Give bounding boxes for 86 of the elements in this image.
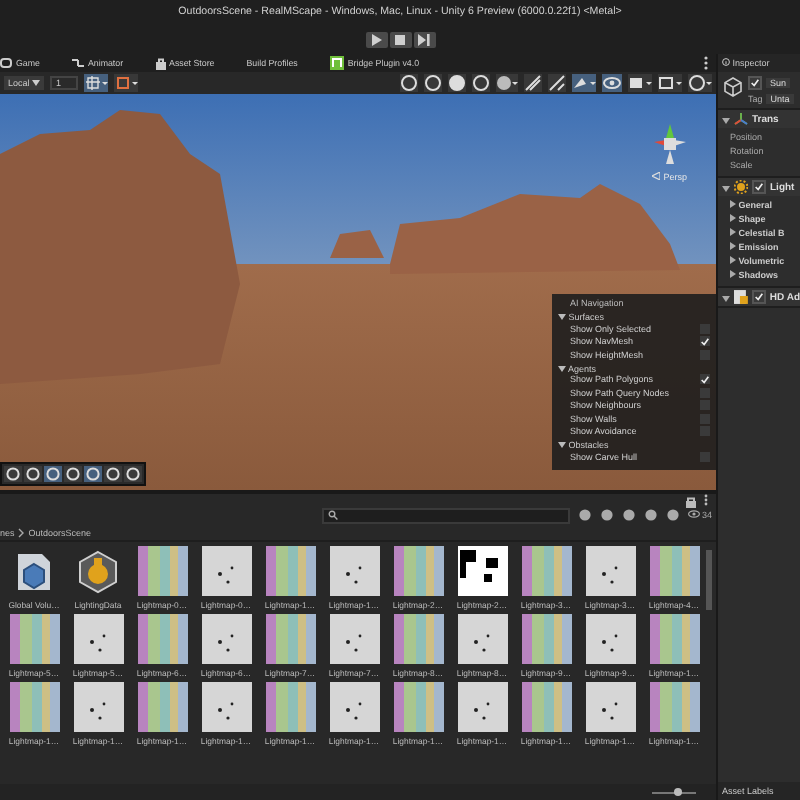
scene-tool-icon[interactable]	[24, 466, 42, 482]
caret-icon	[32, 80, 41, 86]
lightmap-thumbnail[interactable]	[137, 546, 187, 596]
lightmap-thumbnail[interactable]	[265, 546, 315, 596]
foldout-icon[interactable]	[722, 293, 730, 301]
gamepad-icon	[0, 58, 12, 68]
lighting-data-icon[interactable]	[73, 546, 123, 596]
lightmap-thumbnail[interactable]	[329, 614, 379, 664]
lightmap-thumbnail[interactable]	[585, 546, 635, 596]
foldout-icon[interactable]	[722, 115, 730, 123]
eye-icon	[687, 510, 700, 518]
gizmos-icon[interactable]	[658, 74, 682, 92]
info-icon	[722, 58, 730, 66]
scene-tool-icon[interactable]	[44, 466, 62, 482]
lightmap-thumbnail[interactable]	[457, 546, 507, 596]
scene-tool-icon[interactable]	[84, 466, 102, 482]
lightmap-thumbnail[interactable]	[585, 614, 635, 664]
checkbox[interactable]	[700, 374, 710, 385]
checkbox[interactable]	[700, 413, 710, 424]
lightmap-thumbnail[interactable]	[521, 546, 571, 596]
step-button[interactable]	[413, 31, 435, 47]
checkbox[interactable]	[700, 336, 710, 347]
foldout-icon	[558, 440, 566, 448]
scene-tool-icon[interactable]	[124, 466, 142, 482]
enabled-checkbox[interactable]	[752, 180, 766, 194]
foldout-icon	[558, 312, 566, 320]
checkbox[interactable]	[700, 400, 710, 411]
script-icon	[733, 290, 748, 304]
lightmap-thumbnail[interactable]	[201, 682, 251, 732]
shading-mode-icon[interactable]	[448, 74, 466, 92]
checkbox[interactable]	[700, 387, 710, 398]
lightmap-thumbnail[interactable]	[393, 614, 443, 664]
orientation-gizmo-icon[interactable]	[650, 122, 690, 166]
lightmap-thumbnail[interactable]	[393, 682, 443, 732]
lightmap-thumbnail[interactable]	[9, 682, 59, 732]
shading-mode-icon[interactable]	[472, 74, 490, 92]
lightmap-thumbnail[interactable]	[457, 614, 507, 664]
plugin-logo-icon	[329, 56, 344, 70]
checkbox[interactable]	[700, 349, 710, 360]
play-button[interactable]	[365, 31, 387, 47]
lightmap-thumbnail[interactable]	[457, 682, 507, 732]
lightmap-thumbnail[interactable]	[393, 546, 443, 596]
search-field[interactable]	[321, 507, 570, 523]
lightmap-thumbnail[interactable]	[521, 682, 571, 732]
lightmap-thumbnail[interactable]	[137, 682, 187, 732]
grid-snap-icon[interactable]	[84, 74, 109, 92]
lightmap-thumbnail[interactable]	[265, 682, 315, 732]
lightmap-thumbnail[interactable]	[329, 546, 379, 596]
scene-tool-icon[interactable]	[64, 466, 82, 482]
render-mode-icon[interactable]	[496, 74, 518, 92]
checkbox[interactable]	[700, 323, 710, 334]
triangle-arrow-icon	[652, 172, 661, 180]
game-object-icon	[722, 76, 744, 98]
camera-icon[interactable]	[628, 74, 652, 92]
lightmap-thumbnail[interactable]	[137, 614, 187, 664]
visibility-icon[interactable]	[602, 74, 622, 92]
chevron-icon	[18, 527, 25, 537]
scene-tool-icon[interactable]	[4, 466, 22, 482]
active-checkbox[interactable]	[748, 76, 762, 90]
shading-mode-icon[interactable]	[400, 74, 418, 92]
light-icon	[734, 180, 748, 194]
enabled-checkbox[interactable]	[751, 290, 766, 304]
checkbox[interactable]	[700, 451, 710, 462]
transform-icon	[734, 112, 748, 126]
lightmap-thumbnail[interactable]	[585, 682, 635, 732]
lightmap-thumbnail[interactable]	[649, 546, 699, 596]
lightmap-thumbnail[interactable]	[201, 546, 251, 596]
search-icon	[327, 510, 338, 520]
checkbox[interactable]	[700, 426, 710, 437]
foldout-icon[interactable]	[722, 183, 730, 191]
scene-tool-icon[interactable]	[104, 466, 122, 482]
lightmap-thumbnail[interactable]	[649, 614, 699, 664]
animator-icon	[71, 58, 84, 68]
lightmap-thumbnail[interactable]	[73, 682, 123, 732]
lightmap-thumbnail[interactable]	[9, 614, 59, 664]
globe-icon[interactable]	[688, 74, 712, 92]
foldout-icon	[558, 363, 566, 371]
lightmap-thumbnail[interactable]	[201, 614, 251, 664]
lightmap-thumbnail[interactable]	[329, 682, 379, 732]
lightmap-thumbnail[interactable]	[521, 614, 571, 664]
lightmap-thumbnail[interactable]	[649, 682, 699, 732]
shading-mode-icon[interactable]	[424, 74, 442, 92]
snap-increment-icon[interactable]	[114, 74, 139, 92]
lightmap-thumbnail[interactable]	[265, 614, 315, 664]
shopping-bag-icon	[155, 57, 166, 69]
lightmap-thumbnail[interactable]	[73, 614, 123, 664]
